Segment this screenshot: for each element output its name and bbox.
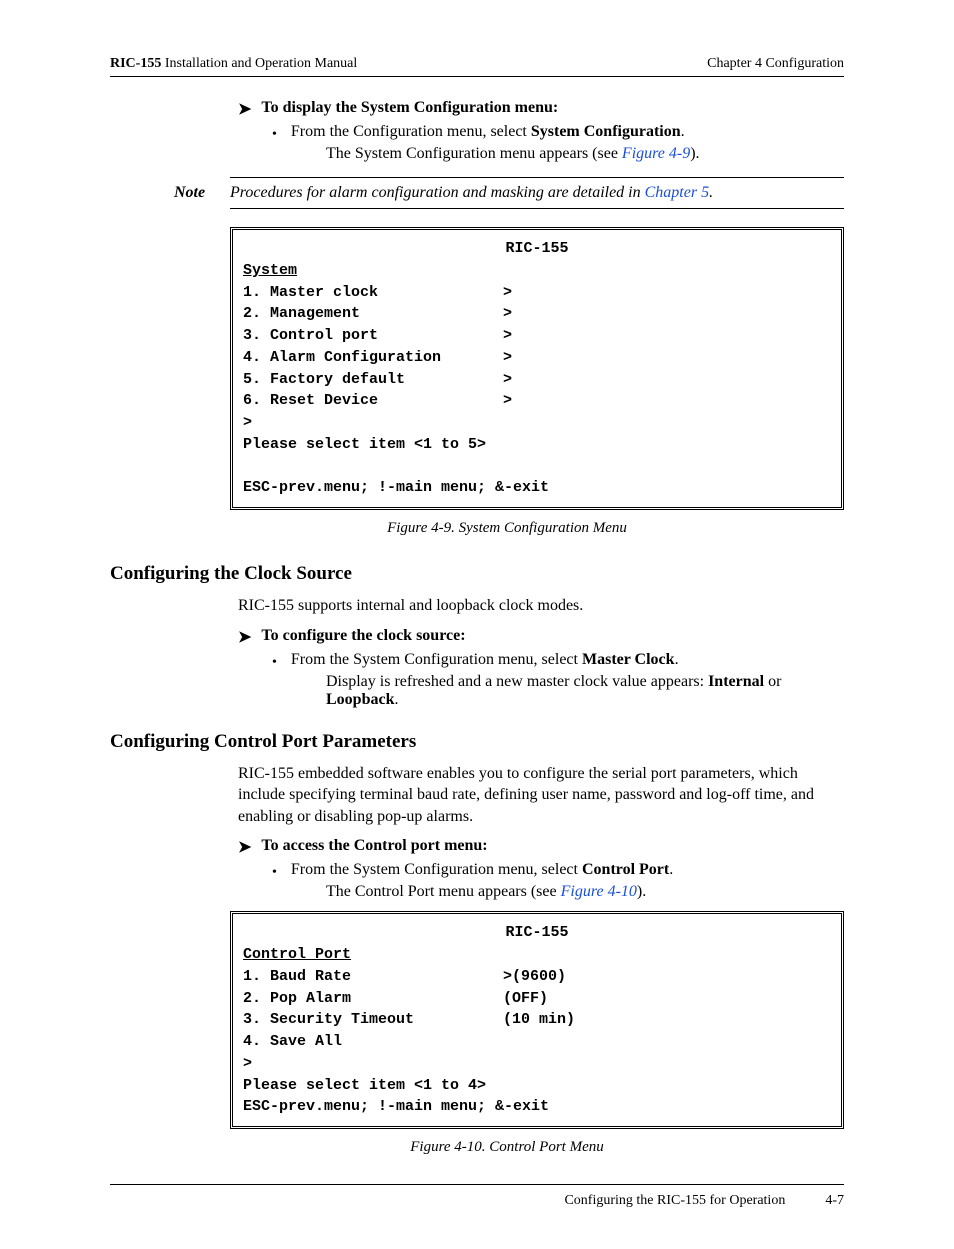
terminal-footer: ESC-prev.menu; !-main menu; &-exit [243, 1096, 831, 1118]
bullet-text: From the System Configuration menu, sele… [291, 861, 673, 879]
procedure-title: To display the System Configuration menu… [261, 99, 558, 117]
header-left: RIC-155 Installation and Operation Manua… [110, 56, 357, 72]
note-text: Procedures for alarm configuration and m… [230, 184, 713, 202]
terminal-select-hint: Please select item <1 to 4> [243, 1075, 831, 1097]
arrow-icon: ➤ [238, 630, 251, 646]
figure-link[interactable]: Figure 4-10 [561, 883, 637, 900]
menu-item: 3. Security Timeout(10 min) [243, 1009, 831, 1031]
header-product: RIC-155 [110, 56, 161, 71]
arrow-icon: ➤ [238, 840, 251, 856]
procedure-configure-clock: ➤ To configure the clock source: • From … [238, 627, 844, 709]
sub-text: The Control Port menu appears (see Figur… [326, 883, 844, 901]
page-footer: Configuring the RIC-155 for Operation 4-… [110, 1184, 844, 1209]
procedure-title: To access the Control port menu: [261, 837, 487, 855]
terminal-heading: System [243, 260, 831, 282]
bullet-icon: • [272, 866, 277, 880]
terminal-title: RIC-155 [243, 238, 831, 260]
page: RIC-155 Installation and Operation Manua… [0, 0, 954, 1249]
sub-text: The System Configuration menu appears (s… [326, 145, 844, 163]
terminal-control-port-menu: RIC-155 Control Port 1. Baud Rate>(9600)… [230, 911, 844, 1129]
section-paragraph: RIC-155 embedded software enables you to… [238, 763, 844, 828]
section-paragraph: RIC-155 supports internal and loopback c… [238, 595, 844, 617]
header-manual: Installation and Operation Manual [161, 56, 357, 71]
bullet-icon: • [272, 656, 277, 670]
terminal-prompt: > [243, 1053, 831, 1075]
menu-item: 4. Alarm Configuration> [243, 347, 831, 369]
menu-item: 3. Control port> [243, 325, 831, 347]
terminal-footer: ESC-prev.menu; !-main menu; &-exit [243, 477, 831, 499]
footer-section: Configuring the RIC-155 for Operation [564, 1193, 785, 1209]
chapter-link[interactable]: Chapter 5 [645, 184, 709, 201]
arrow-icon: ➤ [238, 102, 251, 118]
header-chapter: Chapter 4 Configuration [707, 56, 844, 72]
procedure-access-control-port: ➤ To access the Control port menu: • Fro… [238, 837, 844, 901]
menu-item: 1. Master clock> [243, 282, 831, 304]
figure-link[interactable]: Figure 4-9 [622, 145, 690, 162]
terminal-heading: Control Port [243, 944, 831, 966]
procedure-title: To configure the clock source: [261, 627, 465, 645]
section-heading: Configuring Control Port Parameters [110, 731, 844, 753]
menu-item: 1. Baud Rate>(9600) [243, 966, 831, 988]
bullet-icon: • [272, 128, 277, 142]
footer-page: 4-7 [825, 1193, 844, 1209]
menu-item: 4. Save All [243, 1031, 831, 1053]
menu-item: 2. Pop Alarm(OFF) [243, 988, 831, 1010]
menu-item: 2. Management> [243, 303, 831, 325]
procedure-display-system-config: ➤ To display the System Configuration me… [238, 99, 844, 163]
terminal-select-hint: Please select item <1 to 5> [243, 434, 831, 456]
bullet-text: From the System Configuration menu, sele… [291, 651, 679, 669]
figure-caption: Figure 4-10. Control Port Menu [170, 1139, 844, 1156]
header-bar: RIC-155 Installation and Operation Manua… [110, 56, 844, 77]
terminal-blank [243, 456, 831, 478]
menu-item: 6. Reset Device> [243, 390, 831, 412]
terminal-title: RIC-155 [243, 922, 831, 944]
terminal-prompt: > [243, 412, 831, 434]
section-heading: Configuring the Clock Source [110, 563, 844, 585]
menu-item: 5. Factory default> [243, 369, 831, 391]
note-block: Note Procedures for alarm configuration … [230, 177, 844, 209]
sub-text: Display is refreshed and a new master cl… [326, 673, 844, 709]
note-label: Note [174, 184, 230, 202]
figure-caption: Figure 4-9. System Configuration Menu [170, 520, 844, 537]
bullet-text: From the Configuration menu, select Syst… [291, 123, 685, 141]
terminal-system-menu: RIC-155 System 1. Master clock> 2. Manag… [230, 227, 844, 510]
